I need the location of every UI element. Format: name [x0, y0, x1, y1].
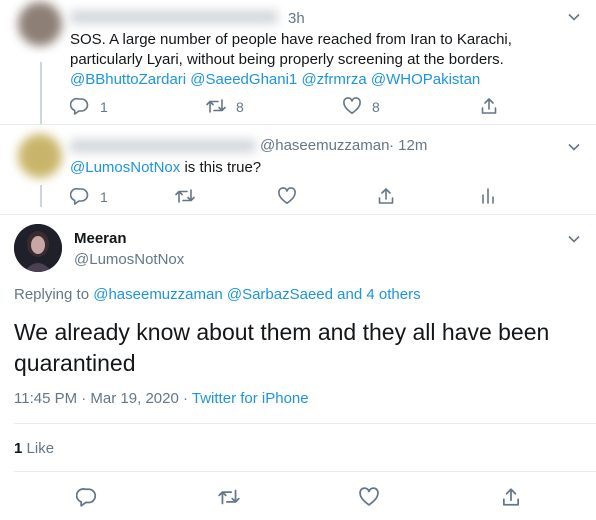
divider	[0, 124, 596, 125]
like-count: 8	[372, 99, 380, 115]
chevron-down-icon[interactable]	[567, 140, 581, 159]
chevron-down-icon[interactable]	[567, 232, 581, 251]
others-link[interactable]: and 4 others	[337, 286, 420, 303]
author-handle[interactable]: @LumosNotNox	[74, 251, 184, 268]
mentions-line: @BBhuttoZardari @SaeedGhani1 @zfrmrza @W…	[70, 70, 590, 90]
chevron-down-icon[interactable]	[567, 10, 581, 29]
retweet-icon[interactable]	[205, 96, 227, 116]
author-name[interactable]: Meeran	[74, 230, 127, 247]
tweet-text-body: is this true?	[184, 159, 262, 176]
tweet-text: @LumosNotNox is this true?	[70, 158, 261, 178]
avatar[interactable]	[18, 134, 62, 178]
mention-link[interactable]: @SaeedGhani1	[190, 71, 297, 88]
main-tweet-text-line: quarantined	[14, 350, 136, 376]
divider	[0, 214, 596, 215]
tweet-time[interactable]: · 12m	[389, 137, 427, 154]
likes-summary[interactable]: 1 Like	[14, 440, 54, 457]
heart-icon[interactable]	[358, 486, 380, 508]
share-icon[interactable]	[500, 486, 522, 508]
author-handle[interactable]: @haseemuzzaman	[260, 137, 389, 154]
author-name[interactable]	[70, 139, 256, 153]
avatar[interactable]	[18, 2, 62, 46]
reply-icon[interactable]	[70, 186, 90, 206]
retweet-icon[interactable]	[217, 486, 241, 508]
tweet-meta: 11:45 PM · Mar 19, 2020 · Twitter for iP…	[14, 390, 309, 407]
heart-icon[interactable]	[342, 96, 362, 116]
divider	[14, 423, 596, 424]
timestamp[interactable]: 11:45 PM · Mar 19, 2020 ·	[14, 390, 188, 407]
analytics-icon[interactable]	[478, 186, 498, 206]
author-name[interactable]	[70, 10, 278, 24]
retweet-icon[interactable]	[174, 186, 196, 206]
share-icon[interactable]	[376, 186, 396, 206]
reply-icon[interactable]	[76, 486, 98, 508]
share-icon[interactable]	[479, 96, 499, 116]
tweet-text-line: particularly Lyari, without being proper…	[70, 51, 504, 68]
mention-link[interactable]: @BBhuttoZardari	[70, 71, 186, 88]
heart-icon[interactable]	[277, 186, 297, 206]
reply-count: 1	[100, 99, 108, 115]
thread-line	[40, 62, 42, 124]
likes-label: Like	[26, 440, 55, 457]
likes-count: 1	[14, 440, 23, 457]
thread-line	[40, 185, 42, 207]
retweet-count: 8	[236, 99, 244, 115]
main-tweet-text-line: We already know about them and they all …	[14, 319, 550, 345]
mention-link[interactable]: @haseemuzzaman	[93, 286, 222, 303]
main-tweet-text: We already know about them and they all …	[14, 317, 584, 379]
mention-link[interactable]: @WHOPakistan	[371, 71, 480, 88]
tweet-text: SOS. A large number of people have reach…	[70, 30, 590, 90]
reply-icon[interactable]	[70, 96, 90, 116]
mention-link[interactable]: @zfrmrza	[301, 71, 366, 88]
divider	[14, 471, 596, 472]
source-link[interactable]: Twitter for iPhone	[192, 390, 309, 407]
mention-link[interactable]: @SarbazSaeed	[227, 286, 333, 303]
avatar[interactable]	[14, 224, 62, 272]
mention-link[interactable]: @LumosNotNox	[70, 159, 180, 176]
replying-to: Replying to @haseemuzzaman @SarbazSaeed …	[14, 286, 421, 303]
replying-prefix: Replying to	[14, 286, 90, 303]
tweet-time[interactable]: 3h	[288, 10, 305, 27]
reply-count: 1	[100, 189, 108, 205]
tweet-text-line: SOS. A large number of people have reach…	[70, 31, 512, 48]
